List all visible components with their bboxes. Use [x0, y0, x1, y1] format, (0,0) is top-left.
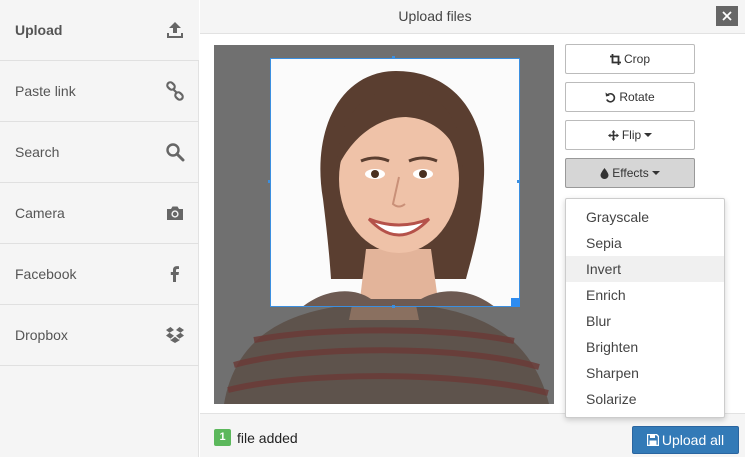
rotate-button[interactable]: Rotate — [565, 82, 695, 112]
sidebar-item-dropbox[interactable]: Dropbox — [0, 305, 199, 366]
chevron-down-icon — [651, 171, 660, 175]
face-photo — [271, 59, 519, 306]
effect-blur[interactable]: Blur — [566, 308, 724, 334]
sidebar-item-search[interactable]: Search — [0, 122, 199, 183]
effect-invert[interactable]: Invert — [566, 256, 724, 282]
effects-label: Effects — [612, 166, 649, 180]
search-icon — [165, 142, 185, 162]
sidebar-item-paste-link[interactable]: Paste link — [0, 61, 199, 122]
rotate-icon — [605, 92, 616, 103]
effect-solarize[interactable]: Solarize — [566, 386, 724, 412]
flip-label: Flip — [621, 128, 642, 142]
facebook-icon — [165, 264, 185, 284]
effects-button[interactable]: Effects — [565, 158, 695, 188]
effect-sharpen[interactable]: Sharpen — [566, 360, 724, 386]
dialog-title: Upload files — [398, 8, 472, 24]
chevron-down-icon — [644, 133, 653, 137]
effect-enrich[interactable]: Enrich — [566, 282, 724, 308]
upload-icon — [165, 20, 185, 40]
dropbox-icon — [165, 325, 185, 345]
file-count-label: file added — [237, 430, 298, 446]
sidebar: Upload Paste link Search Camera Facebook… — [0, 0, 199, 457]
rotate-label: Rotate — [619, 90, 655, 104]
image-canvas — [214, 45, 554, 404]
effect-brighten[interactable]: Brighten — [566, 334, 724, 360]
upload-all-label: Upload all — [661, 432, 725, 448]
sidebar-item-label: Facebook — [15, 266, 77, 282]
sidebar-item-upload[interactable]: Upload — [0, 0, 199, 61]
sidebar-item-label: Upload — [15, 22, 63, 38]
crop-icon — [609, 54, 621, 65]
dialog-header: Upload files — [200, 0, 745, 34]
sidebar-item-label: Paste link — [15, 83, 76, 99]
crop-handle[interactable] — [392, 305, 395, 308]
editor-area: Crop Rotate Flip Effects Grayscale Sepia… — [200, 35, 745, 418]
save-icon — [646, 433, 660, 447]
close-icon — [722, 11, 732, 21]
sidebar-item-label: Dropbox — [15, 327, 68, 343]
crop-selection[interactable] — [270, 58, 520, 307]
camera-icon — [165, 203, 185, 223]
effect-sepia[interactable]: Sepia — [566, 230, 724, 256]
effect-grayscale[interactable]: Grayscale — [566, 204, 724, 230]
crop-label: Crop — [623, 52, 650, 66]
flip-button[interactable]: Flip — [565, 120, 695, 150]
crop-handle[interactable] — [268, 180, 271, 183]
crop-button[interactable]: Crop — [565, 44, 695, 74]
drop-icon — [600, 168, 609, 179]
crop-resize-handle[interactable] — [511, 298, 520, 307]
link-icon — [165, 81, 185, 101]
sidebar-item-label: Camera — [15, 205, 65, 221]
crop-handle[interactable] — [517, 180, 520, 183]
sidebar-item-camera[interactable]: Camera — [0, 183, 199, 244]
move-icon — [607, 130, 619, 141]
close-button[interactable] — [716, 6, 738, 26]
file-count-badge: 1 — [214, 429, 231, 446]
effects-menu: Grayscale Sepia Invert Enrich Blur Brigh… — [565, 198, 725, 418]
sidebar-item-facebook[interactable]: Facebook — [0, 244, 199, 305]
upload-all-button[interactable]: Upload all — [632, 426, 739, 454]
crop-handle[interactable] — [392, 56, 395, 59]
dialog-footer: 1 file added Upload all — [200, 413, 745, 457]
sidebar-item-label: Search — [15, 144, 60, 160]
